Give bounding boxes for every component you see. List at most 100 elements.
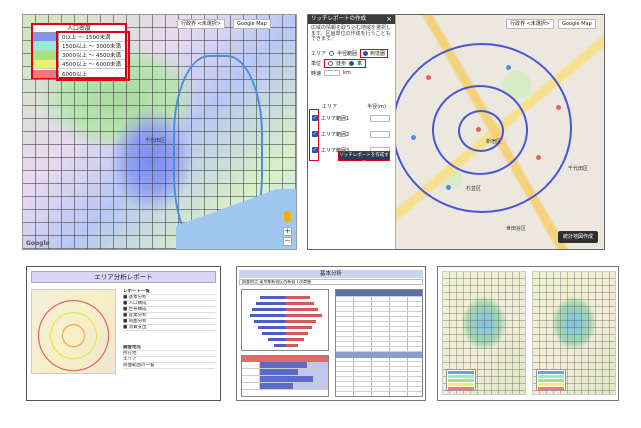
trade-area-map[interactable]: 新宿区 杉並区 千代田区 世田谷区 行政界 <未選択> Google Map 統… [386, 15, 604, 249]
report-map-thumbnail [31, 289, 116, 374]
ring-radius-input[interactable] [370, 114, 390, 122]
table-row [242, 369, 328, 376]
rich-report-window[interactable]: 新宿区 杉並区 千代田区 世田谷区 行政界 <未選択> Google Map 統… [307, 14, 605, 250]
dialog-description: 広域の情報を取り込む地域を選択します。区画単位の作成を行うこともできます。 [311, 25, 392, 42]
tokyo-bay [176, 189, 296, 249]
place-label: 世田谷区 [506, 226, 527, 232]
radio-radius[interactable] [329, 50, 335, 56]
create-statistics-map-button[interactable]: 統計地図作成 [557, 231, 598, 243]
ring-col-area: エリア [322, 103, 338, 110]
pyramid-bar-female [286, 338, 304, 341]
place-label: 新宿区 [486, 139, 502, 145]
place-label: 千代田区 [568, 166, 589, 172]
pyramid-bar-male [262, 332, 286, 335]
dialog-title: リッチレポートの作成 [311, 16, 367, 22]
unit-row: 単位 徒歩 車 [308, 58, 395, 68]
pyramid-bar-male [250, 314, 286, 317]
pyramid-bar-male [260, 296, 286, 299]
boundary-select[interactable]: 行政界 <未選択> [177, 19, 225, 29]
basic-analysis-sheet: 基本分析 調査地点 東京都新宿区西新宿 1次商圏 [236, 266, 426, 401]
area-type-label: エリア [311, 50, 327, 57]
population-pyramid-chart [241, 289, 329, 351]
basic-analysis-title: 基本分析 [239, 270, 423, 278]
speed-label: 時速 [311, 70, 322, 77]
pyramid-bar-female [286, 332, 308, 335]
area-type-row: エリア 半径範囲 到達圏 [308, 48, 395, 58]
pyramid-bar-female [286, 302, 314, 305]
ring-col-radius: 半径(m) [367, 103, 386, 110]
report-sub-line: 商圏範囲の一覧 [123, 363, 215, 369]
boundary-select[interactable]: 行政界 <未選択> [506, 19, 554, 29]
household-summary-table [241, 355, 329, 397]
map-type-select[interactable]: Google Map [233, 19, 271, 29]
table-row [242, 376, 328, 383]
statistics-table [335, 289, 423, 397]
google-logo: Google [26, 240, 50, 247]
ring-radius-input[interactable] [370, 130, 390, 138]
pyramid-bar-male [256, 302, 286, 305]
mini-legend [446, 369, 476, 391]
ring-header-row: エリア 半径(m) [312, 102, 390, 110]
speed-unit: km [343, 70, 351, 76]
zoom-out-icon[interactable]: − [283, 237, 292, 246]
street-view-pegman-icon[interactable] [284, 211, 291, 222]
ring-row[interactable]: ✓ エリア範囲1 [312, 110, 390, 126]
reach-option-highlight: 到達圏 [360, 48, 389, 58]
speed-input[interactable] [324, 70, 341, 76]
ring-row[interactable]: ✓ エリア範囲2 [312, 126, 390, 142]
map-pin-icon[interactable] [426, 75, 431, 80]
create-rich-report-button[interactable]: リッチレポートを作成する [338, 151, 390, 166]
pyramid-bar-male [258, 326, 286, 329]
table-section-bar [336, 352, 422, 358]
place-label: 千代田区 [145, 138, 166, 144]
pyramid-bar-male [252, 308, 286, 311]
pyramid-bar-female [286, 308, 318, 311]
radio-radius-label: 半径範囲 [337, 50, 358, 57]
pyramid-bar-male [268, 338, 286, 341]
legend-highlight-box [56, 31, 130, 81]
table-row [242, 383, 328, 390]
dialog-header: リッチレポートの作成 × [308, 15, 395, 24]
map-pin-icon[interactable] [536, 155, 541, 160]
radio-walk[interactable] [328, 60, 334, 66]
map-pin-icon[interactable] [446, 185, 451, 190]
population-density-map[interactable]: 行政界 <未選択> Google Map 人口密度 0以上 ～ 1500未満 1… [22, 14, 297, 250]
report-side-panel: レポート一覧 ■ 基本分析 ■ 人口構成 ■ 世帯構成 ■ 産業分析 ■ 商圏分… [123, 289, 215, 369]
pyramid-bar-female [286, 326, 312, 329]
unit-option-highlight: 徒歩 車 [324, 58, 367, 68]
map-pin-icon[interactable] [506, 65, 511, 70]
pyramid-bar-male [274, 344, 286, 347]
speed-row: 時速 km [308, 68, 395, 78]
table-header-bar [336, 290, 422, 296]
basic-analysis-subtitle: 調査地点 東京都新宿区西新宿 1次商圏 [239, 279, 423, 285]
pyramid-bar-female [286, 314, 322, 317]
place-label: 杉並区 [466, 186, 482, 192]
map-pin-icon[interactable] [556, 105, 561, 110]
rich-report-dialog: リッチレポートの作成 × 広域の情報を取り込む地域を選択します。区画単位の作成を… [308, 15, 396, 249]
radio-car[interactable] [349, 60, 355, 66]
ring-name: エリア範囲1 [321, 115, 350, 122]
zoom-in-icon[interactable]: + [283, 227, 292, 236]
report-title: エリア分析レポート [31, 271, 216, 283]
radio-reach-label: 到達圏 [370, 50, 386, 57]
radio-walk-label: 徒歩 [336, 60, 347, 67]
table-row [242, 362, 328, 369]
radius-ring-inner [458, 110, 504, 152]
density-map-thumbnail-right [532, 271, 616, 395]
map-type-select[interactable]: Google Map [558, 19, 596, 29]
close-icon[interactable]: × [386, 15, 392, 24]
map-pin-icon[interactable] [476, 127, 481, 132]
ring-name: エリア範囲2 [321, 131, 350, 138]
unit-label: 単位 [311, 60, 322, 67]
radio-reach[interactable] [363, 50, 369, 56]
pyramid-bar-female [286, 320, 316, 323]
density-map-thumbnails [437, 266, 619, 401]
radio-car-label: 車 [357, 60, 363, 67]
area-analysis-report: エリア分析レポート レポート一覧 ■ 基本分析 ■ 人口構成 ■ 世帯構成 ■ … [26, 266, 221, 401]
pyramid-bar-female [286, 296, 310, 299]
pyramid-bar-female [286, 344, 298, 347]
map-pin-icon[interactable] [411, 135, 416, 140]
pyramid-bar-male [254, 320, 286, 323]
mini-legend [536, 369, 566, 391]
density-map-thumbnail-left [442, 271, 526, 395]
